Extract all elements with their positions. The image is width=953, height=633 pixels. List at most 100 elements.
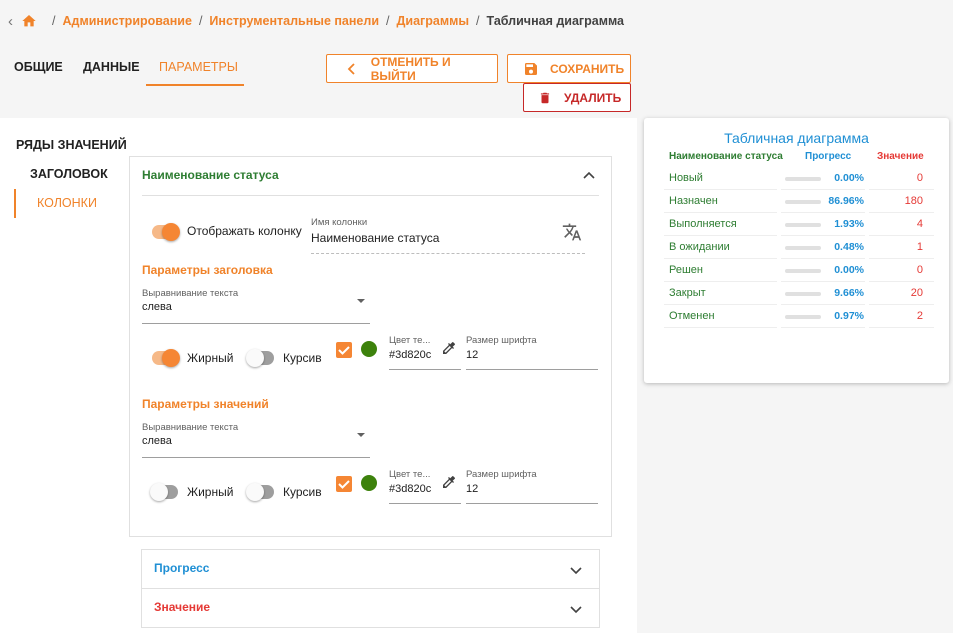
row-status-name: Отменен [669,310,715,322]
header-color-checkbox[interactable] [336,342,352,358]
preview-header-value: Значение [877,151,924,162]
header-align-label: Выравнивание текста [142,288,239,299]
delete-label: УДАЛИТЬ [564,90,622,105]
breadcrumb: ‹ / Администрирование / Инструментальные… [8,12,624,30]
row-value: 20 [910,287,923,299]
home-icon[interactable] [21,13,37,29]
value-color-underline [389,503,461,504]
row-progress-bar [785,200,821,204]
eyedropper-icon[interactable] [441,474,457,490]
row-progress-bar [785,246,821,250]
translate-icon[interactable] [562,222,582,242]
tab-general[interactable]: ОБЩИЕ [14,60,63,86]
sidenav-columns[interactable]: КОЛОНКИ [37,196,97,210]
breadcrumb-link-admin[interactable]: Администрирование [62,14,191,28]
delete-button[interactable]: УДАЛИТЬ [523,83,631,112]
value-color-checkbox[interactable] [336,476,352,492]
progress-panel-title[interactable]: Прогресс [154,561,209,575]
row-status-name: В ожидании [669,241,730,253]
row-status-name: Закрыт [669,287,706,299]
row-status-name: Решен [669,264,703,276]
chevron-down-icon[interactable] [569,602,583,616]
header-color-underline [389,369,461,370]
row-divider [781,327,865,328]
chevron-down-icon[interactable] [569,563,583,577]
tab-data[interactable]: ДАННЫЕ [83,60,140,86]
table-row: Закрыт 9.66% 20 [664,282,934,305]
header-bold-toggle[interactable] [152,349,180,367]
chevron-left-icon [343,62,361,75]
sidenav-series[interactable]: РЯДЫ ЗНАЧЕНИЙ [16,138,127,152]
preview-header-progress: Прогресс [805,151,852,162]
floppy-disk-icon [522,61,540,77]
row-status-name: Выполняется [669,218,737,230]
value-panel-title[interactable]: Значение [154,600,210,614]
show-column-label: Отображать колонку [187,224,302,238]
chevron-up-icon[interactable] [582,169,596,183]
header-color-label: Цвет те... [389,335,431,346]
header-font-size-label: Размер шрифта [466,335,537,346]
column-name-input[interactable]: Наименование статуса [311,231,439,245]
header-italic-toggle[interactable] [246,349,274,367]
progress-panel[interactable] [141,549,600,589]
value-bold-label: Жирный [187,485,234,499]
row-status-name: Новый [669,172,703,184]
header-align-select[interactable]: слева [142,301,172,313]
panel-divider [142,195,599,196]
row-progress-percent: 0.48% [834,241,864,253]
preview-title: Табличная диаграмма [724,130,869,146]
table-row: Решен 0.00% 0 [664,259,934,282]
row-progress-bar [785,177,821,181]
header-bold-label: Жирный [187,351,234,365]
breadcrumb-link-dashboards[interactable]: Инструментальные панели [209,14,379,28]
show-column-toggle[interactable] [152,223,180,241]
table-row: Выполняется 1.93% 4 [664,213,934,236]
header-font-size-underline [466,369,598,370]
header-font-size-input[interactable]: 12 [466,349,478,361]
row-progress-bar [785,223,821,227]
preview-header-name: Наименование статуса [669,151,783,162]
trash-icon [536,90,554,106]
row-progress-percent: 0.97% [834,310,864,322]
sidenav-active-indicator [14,189,16,218]
value-color-label: Цвет те... [389,469,431,480]
row-value: 1 [916,241,923,253]
value-color-input[interactable]: #3d820c [389,483,431,495]
row-progress-percent: 9.66% [834,287,864,299]
eyedropper-icon[interactable] [441,340,457,356]
value-align-select[interactable]: слева [142,435,172,447]
row-progress-percent: 1.93% [834,218,864,230]
header-align-dropdown-icon[interactable] [357,299,365,303]
value-params-title: Параметры значений [142,397,269,411]
row-progress-percent: 86.96% [828,195,864,207]
column-panel-title[interactable]: Наименование статуса [142,168,279,182]
back-arrow-icon[interactable]: ‹ [8,13,13,30]
table-row: Новый 0.00% 0 [664,167,934,190]
cancel-exit-label: ОТМЕНИТЬ И ВЫЙТИ [370,54,451,83]
breadcrumb-link-charts[interactable]: Диаграммы [397,14,470,28]
value-font-size-label: Размер шрифта [466,469,537,480]
sidenav-header[interactable]: ЗАГОЛОВОК [30,167,108,181]
value-bold-toggle[interactable] [150,483,178,501]
header-color-swatch[interactable] [361,341,377,357]
value-color-swatch[interactable] [361,475,377,491]
column-name-label: Имя колонки [311,217,368,228]
row-value: 0 [916,172,923,184]
row-progress-percent: 0.00% [834,172,864,184]
value-align-dropdown-icon[interactable] [357,433,365,437]
header-italic-label: Курсив [283,351,322,365]
value-font-size-underline [466,503,598,504]
table-row: Отменен 0.97% 2 [664,305,934,328]
row-value: 2 [916,310,923,322]
tab-parameters[interactable]: ПАРАМЕТРЫ [159,60,238,86]
header-align-underline [142,323,370,324]
header-color-input[interactable]: #3d820c [389,349,431,361]
row-value: 180 [904,195,923,207]
column-name-underline [311,253,585,254]
value-italic-toggle[interactable] [246,483,274,501]
cancel-exit-button[interactable]: ОТМЕНИТЬ И ВЫЙТИ [326,54,498,83]
save-label: СОХРАНИТЬ [550,61,625,76]
save-button[interactable]: СОХРАНИТЬ [507,54,631,83]
value-font-size-input[interactable]: 12 [466,483,478,495]
row-divider [869,327,934,328]
